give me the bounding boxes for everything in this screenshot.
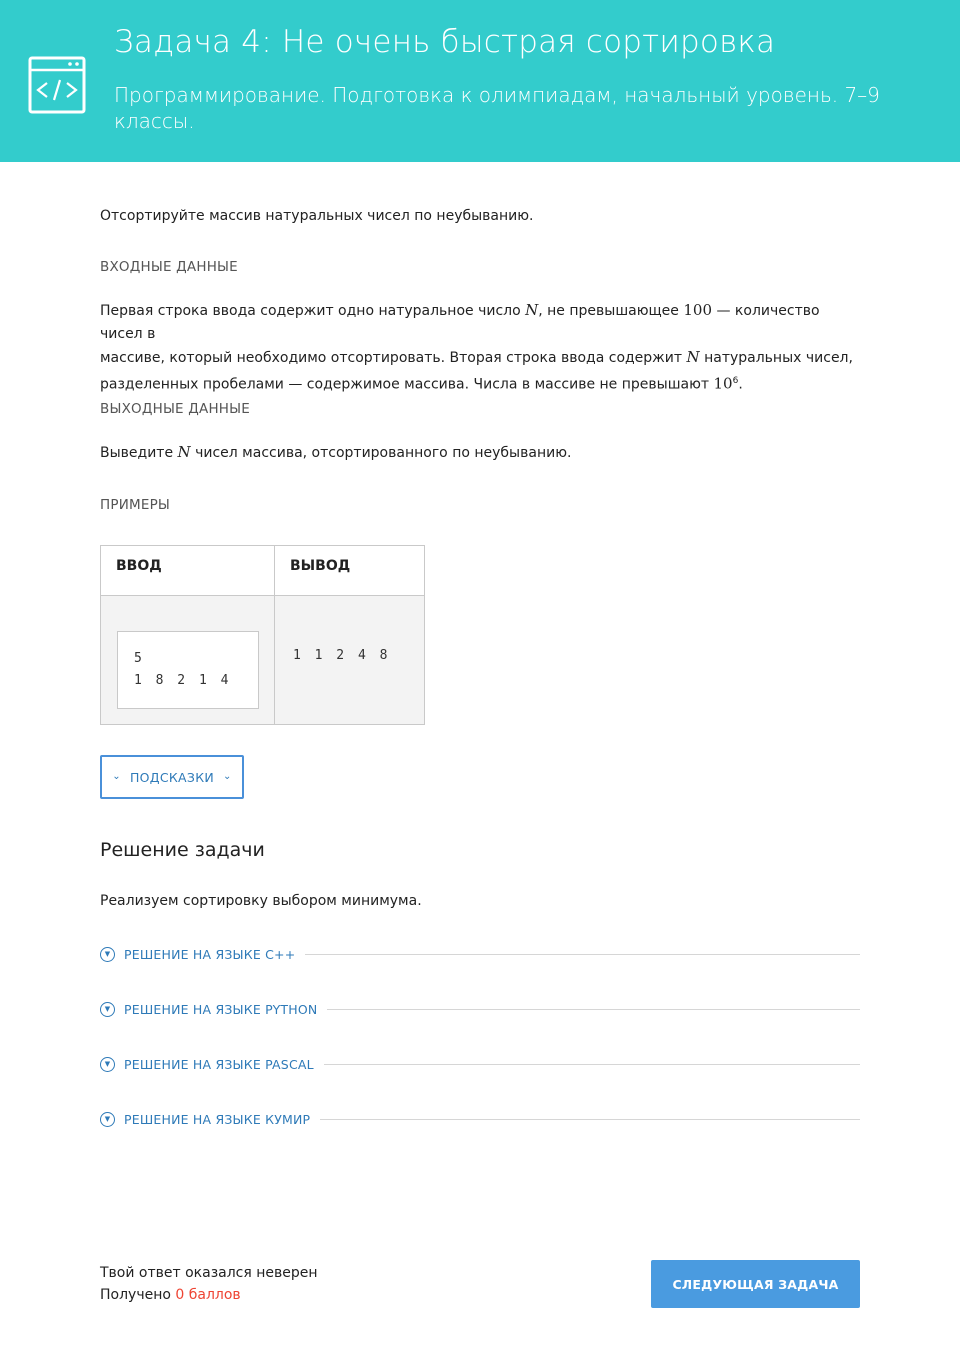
page-title: Задача 4: Не очень быстрая сортировка bbox=[114, 24, 776, 60]
divider bbox=[327, 1008, 860, 1010]
accordion-label: РЕШЕНИЕ НА ЯЗЫКЕ C++ bbox=[124, 946, 296, 962]
accordion-solution-pascal[interactable]: ▼ РЕШЕНИЕ НА ЯЗЫКЕ PASCAL bbox=[100, 1054, 860, 1074]
example-input-box: 5 1 8 2 1 4 bbox=[117, 631, 259, 709]
result-status: Твой ответ оказался неверен Получено 0 б… bbox=[100, 1262, 318, 1306]
example-input-line: 5 bbox=[134, 651, 142, 666]
input-text-part: натуральных чисел, bbox=[699, 350, 853, 366]
solution-title: Решение задачи bbox=[100, 839, 265, 861]
hints-button[interactable]: ⌄ ПОДСКАЗКИ ⌄ bbox=[100, 755, 244, 799]
divider bbox=[323, 1063, 860, 1065]
accordion-solution-cpp[interactable]: ▼ РЕШЕНИЕ НА ЯЗЫКЕ C++ bbox=[100, 944, 860, 964]
math-var-n: N bbox=[525, 301, 539, 319]
examples-table: ВВОД ВЫВОД 5 1 8 2 1 4 1 1 2 4 8 bbox=[100, 545, 425, 725]
accordion-label: РЕШЕНИЕ НА ЯЗЫКЕ PYTHON bbox=[124, 1001, 318, 1017]
hints-label: ПОДСКАЗКИ bbox=[129, 769, 215, 785]
input-text-part: , не превышающее bbox=[538, 303, 684, 319]
math-var-n: N bbox=[686, 348, 700, 366]
table-divider bbox=[274, 546, 275, 724]
chevron-down-icon: ⌄ bbox=[112, 771, 121, 782]
math-var-n: N bbox=[177, 443, 191, 461]
examples-heading: ПРИМЕРЫ bbox=[100, 497, 171, 513]
output-text-part: Выведите bbox=[100, 445, 178, 461]
accordion-label: РЕШЕНИЕ НА ЯЗЫКЕ КУМИР bbox=[124, 1111, 311, 1127]
page-header: Задача 4: Не очень быстрая сортировка Пр… bbox=[0, 0, 960, 162]
chevron-down-circle-icon: ▼ bbox=[100, 946, 115, 962]
result-message: Твой ответ оказался неверен bbox=[100, 1265, 318, 1281]
accordion-solution-python[interactable]: ▼ РЕШЕНИЕ НА ЯЗЫКЕ PYTHON bbox=[100, 999, 860, 1019]
accordion-solution-kumir[interactable]: ▼ РЕШЕНИЕ НА ЯЗЫКЕ КУМИР bbox=[100, 1109, 860, 1129]
output-description: Выведите N чисел массива, отсортированно… bbox=[100, 441, 571, 465]
input-heading: ВХОДНЫЕ ДАННЫЕ bbox=[100, 259, 238, 275]
input-text-part: разделенных пробелами — содержимое масси… bbox=[100, 376, 714, 393]
chevron-down-circle-icon: ▼ bbox=[100, 1001, 115, 1017]
score-prefix: Получено bbox=[100, 1287, 176, 1303]
example-input-cell: 5 1 8 2 1 4 bbox=[101, 596, 274, 724]
math-num-10: 10 bbox=[713, 374, 733, 393]
input-text-part: . bbox=[738, 376, 743, 393]
examples-col-output: ВЫВОД bbox=[275, 546, 424, 596]
task-statement: Отсортируйте массив натуральных чисел по… bbox=[100, 208, 534, 224]
score-line: Получено 0 баллов bbox=[100, 1284, 318, 1306]
example-input-line: 1 8 2 1 4 bbox=[134, 673, 232, 688]
accordion-label: РЕШЕНИЕ НА ЯЗЫКЕ PASCAL bbox=[124, 1056, 314, 1072]
output-heading: ВЫХОДНЫЕ ДАННЫЕ bbox=[100, 401, 251, 417]
solution-text: Реализуем сортировку выбором минимума. bbox=[100, 893, 422, 909]
chevron-down-circle-icon: ▼ bbox=[100, 1056, 115, 1072]
course-subtitle: Программирование. Подготовка к олимпиада… bbox=[114, 83, 880, 133]
example-output-line: 1 1 2 4 8 bbox=[293, 648, 391, 663]
next-task-button[interactable]: СЛЕДУЮЩАЯ ЗАДАЧА bbox=[651, 1260, 860, 1308]
input-description: Первая строка ввода содержит одно натура… bbox=[100, 299, 860, 397]
divider bbox=[320, 1118, 860, 1120]
score-value: 0 баллов bbox=[175, 1287, 241, 1303]
output-text-part: чисел массива, отсортированного по неубы… bbox=[190, 445, 572, 461]
math-num-100: 100 bbox=[683, 301, 713, 319]
input-text-part: массиве, который необходимо отсортироват… bbox=[100, 350, 687, 366]
chevron-down-circle-icon: ▼ bbox=[100, 1111, 115, 1127]
examples-col-input: ВВОД bbox=[101, 546, 274, 596]
code-window-icon bbox=[28, 56, 86, 114]
chevron-down-icon: ⌄ bbox=[223, 771, 232, 782]
divider bbox=[305, 953, 860, 955]
input-text-part: Первая строка ввода содержит одно натура… bbox=[100, 303, 526, 319]
example-output-cell: 1 1 2 4 8 bbox=[275, 596, 424, 724]
